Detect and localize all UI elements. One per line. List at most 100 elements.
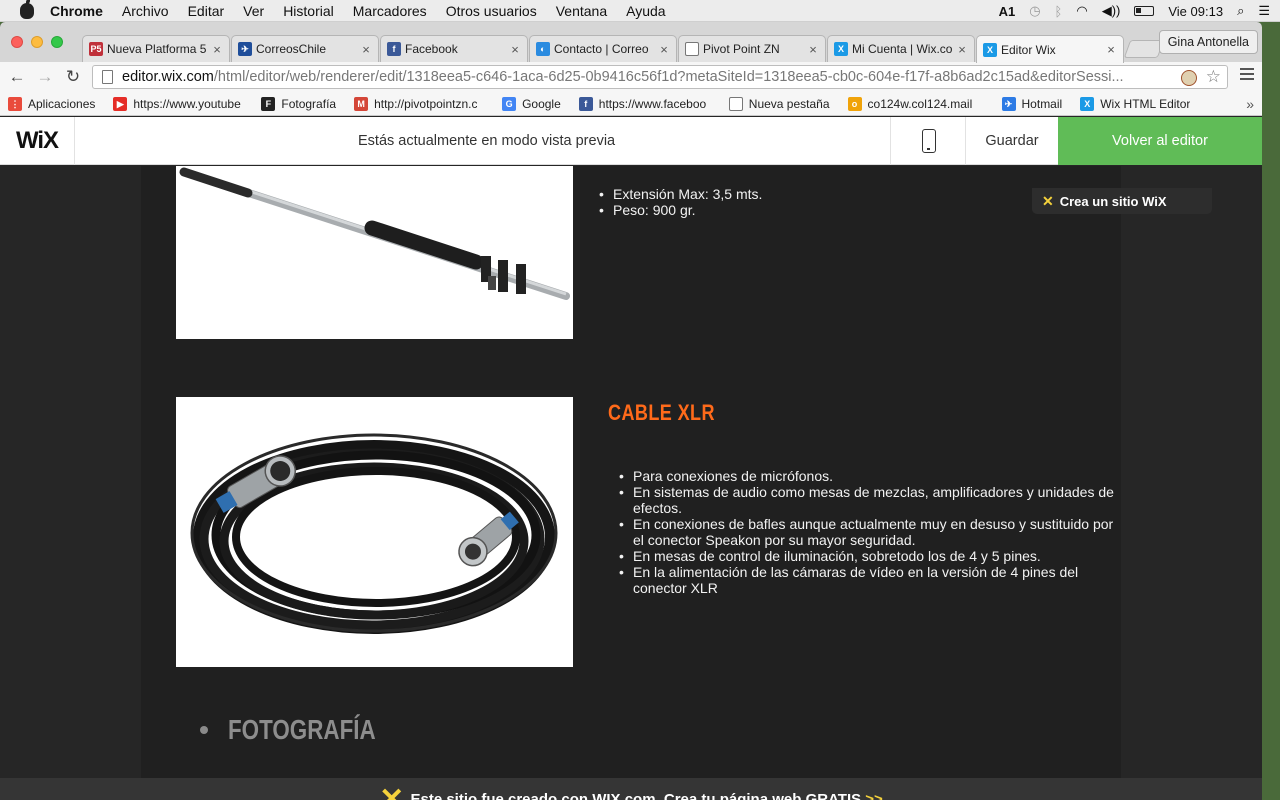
menu-ayuda[interactable]: Ayuda [626, 3, 665, 19]
bookmark-label: Fotografía [281, 96, 337, 111]
close-window-button[interactable] [11, 36, 23, 48]
bookmark-google[interactable]: G Google [502, 96, 561, 111]
chrome-menu-icon[interactable] [1240, 68, 1254, 86]
gmail-icon: M [354, 96, 369, 111]
menu-archivo[interactable]: Archivo [122, 3, 169, 19]
bookmark-label: https://www.faceboo [598, 96, 707, 111]
google-icon: G [502, 96, 517, 111]
tab-mi-cuenta-wix[interactable]: X Mi Cuenta | Wix.co × [827, 35, 975, 62]
tab-facebook[interactable]: f Facebook × [380, 35, 528, 62]
xlr-use-item: En la alimentación de las cámaras de víd… [619, 564, 1118, 596]
bluetooth-icon[interactable]: ᛒ [1055, 4, 1063, 19]
time-machine-icon[interactable]: ◷ [1029, 3, 1040, 19]
menu-historial[interactable]: Historial [283, 3, 334, 19]
menu-otros-usuarios[interactable]: Otros usuarios [446, 3, 537, 19]
clock[interactable]: Vie 09:13 [1168, 4, 1223, 19]
save-button[interactable]: Guardar [966, 117, 1058, 165]
close-tab-icon[interactable]: × [1105, 42, 1117, 57]
tab-title: Facebook [405, 42, 458, 56]
apple-logo-icon[interactable] [20, 0, 34, 19]
apps-grid-icon: ⋮ [8, 96, 22, 111]
minimize-window-button[interactable] [31, 36, 43, 48]
tab-title: CorreosChile [256, 42, 327, 56]
macos-menu-bar: Chrome Archivo Editar Ver Historial Marc… [0, 0, 1280, 22]
reload-icon[interactable]: ↻ [62, 66, 84, 88]
close-tab-icon[interactable]: × [360, 42, 372, 57]
tab-nueva-platforma[interactable]: P5 Nueva Platforma 5 × [82, 35, 230, 62]
close-tab-icon[interactable]: × [658, 42, 670, 57]
bookmark-star-icon[interactable]: ☆ [1206, 67, 1221, 87]
tab-correoschile[interactable]: ✈ CorreosChile × [231, 35, 379, 62]
adobe-icon[interactable]: A1 [999, 4, 1016, 19]
tab-editor-wix[interactable]: X Editor Wix × [976, 35, 1124, 63]
volume-icon[interactable]: ◀)) [1102, 3, 1121, 19]
bookmark-nueva-pestana[interactable]: Nueva pestaña [728, 96, 830, 111]
browser-window: P5 Nueva Platforma 5 × ✈ CorreosChile × … [0, 22, 1262, 800]
page-info-icon[interactable] [102, 70, 113, 84]
xlr-section-title: CABLE XLR [608, 400, 715, 425]
bookmark-youtube[interactable]: ▶ https://www.youtube [113, 96, 243, 111]
menu-editar[interactable]: Editar [188, 3, 225, 19]
preview-mode-message: Estás actualmente en modo vista previa [358, 133, 616, 149]
tab-pivot-point[interactable]: Pivot Point ZN × [678, 35, 826, 62]
crea-sitio-wix-badge[interactable]: ✕ Crea un sitio WiX [1032, 188, 1212, 214]
wix-icon: X [1080, 96, 1095, 111]
menu-ventana[interactable]: Ventana [556, 3, 607, 19]
xlr-use-item: En conexiones de bafles aunque actualmen… [619, 516, 1118, 548]
tab-contacto-correo[interactable]: ◐ Contacto | Correo × [529, 35, 677, 62]
bookmark-facebook[interactable]: f https://www.faceboo [578, 96, 711, 111]
close-tab-icon[interactable]: × [509, 42, 521, 57]
tab-title: Mi Cuenta | Wix.co [852, 42, 953, 56]
bookmark-fotografia[interactable]: F Fotografía [261, 96, 337, 111]
bookmark-label: co124w.col124.mail [867, 96, 973, 111]
fotografia-icon: F [261, 96, 276, 111]
bookmark-label: Hotmail [1021, 96, 1063, 111]
menu-ver[interactable]: Ver [243, 3, 264, 19]
tab-title: Pivot Point ZN [703, 42, 780, 56]
wix-ad-banner[interactable]: ✕ Este sitio fue creado con WIX.com. Cre… [0, 778, 1262, 800]
wix-x-logo-icon: ✕ [379, 783, 405, 800]
close-tab-icon[interactable]: × [211, 42, 223, 57]
wix-preview-bar: WiX Estás actualmente en modo vista prev… [0, 116, 1262, 165]
battery-icon[interactable] [1134, 6, 1155, 16]
menu-marcadores[interactable]: Marcadores [353, 3, 427, 19]
spotlight-search-icon[interactable]: ⌕ [1237, 3, 1244, 19]
tab-title: Editor Wix [1001, 42, 1056, 57]
bookmark-label: http://pivotpointzn.c [374, 96, 478, 111]
mobile-view-button[interactable] [890, 117, 966, 165]
menu-app-name[interactable]: Chrome [50, 3, 103, 19]
back-to-editor-button[interactable]: Volver al editor [1058, 117, 1262, 165]
close-tab-icon[interactable]: × [807, 42, 819, 57]
wifi-icon[interactable]: ◠ [1076, 3, 1087, 19]
back-arrow-icon[interactable]: ← [6, 66, 28, 88]
maximize-window-button[interactable] [51, 36, 63, 48]
bookmark-wix-html-editor[interactable]: X Wix HTML Editor [1080, 96, 1191, 111]
address-bar[interactable]: editor.wix.com /html/editor/web/renderer… [92, 65, 1228, 89]
boom-pole-specs: Extensión Max: 3,5 mts. Peso: 900 gr. [599, 186, 762, 218]
spec-item: Peso: 900 gr. [599, 202, 762, 218]
ad-banner-arrows: >> [865, 791, 883, 800]
close-tab-icon[interactable]: × [956, 42, 968, 57]
bookmark-label: Google [522, 96, 561, 111]
extension-icon[interactable] [1181, 70, 1197, 86]
forward-arrow-icon[interactable]: → [34, 66, 56, 88]
youtube-icon: ▶ [113, 96, 128, 111]
bookmark-label: Wix HTML Editor [1100, 96, 1191, 111]
wix-favicon-icon: X [834, 42, 848, 56]
notification-center-icon[interactable]: ☰ [1258, 3, 1270, 19]
bookmark-hotmail[interactable]: ✈ Hotmail [1001, 96, 1063, 111]
bookmark-outlook[interactable]: o co124w.col124.mail [847, 96, 984, 111]
p5-favicon-icon: P5 [89, 42, 103, 56]
correo-favicon-icon: ◐ [536, 42, 550, 56]
xlr-cable-image [176, 397, 573, 667]
profile-button[interactable]: Gina Antonella [1158, 30, 1258, 54]
wix-logo[interactable]: WiX [0, 116, 75, 165]
more-bookmarks-chevron-icon[interactable]: » [1246, 96, 1254, 112]
outlook-icon: o [847, 96, 862, 111]
page-favicon-icon [685, 42, 699, 56]
xlr-cable-illustration [190, 433, 558, 634]
bookmark-pivotpointzn[interactable]: M http://pivotpointzn.c [354, 96, 484, 111]
xlr-use-item: En mesas de control de iluminación, sobr… [619, 548, 1118, 564]
bookmark-aplicaciones[interactable]: ⋮ Aplicaciones [8, 96, 95, 111]
xlr-use-item: Para conexiones de micrófonos. [619, 468, 1118, 484]
